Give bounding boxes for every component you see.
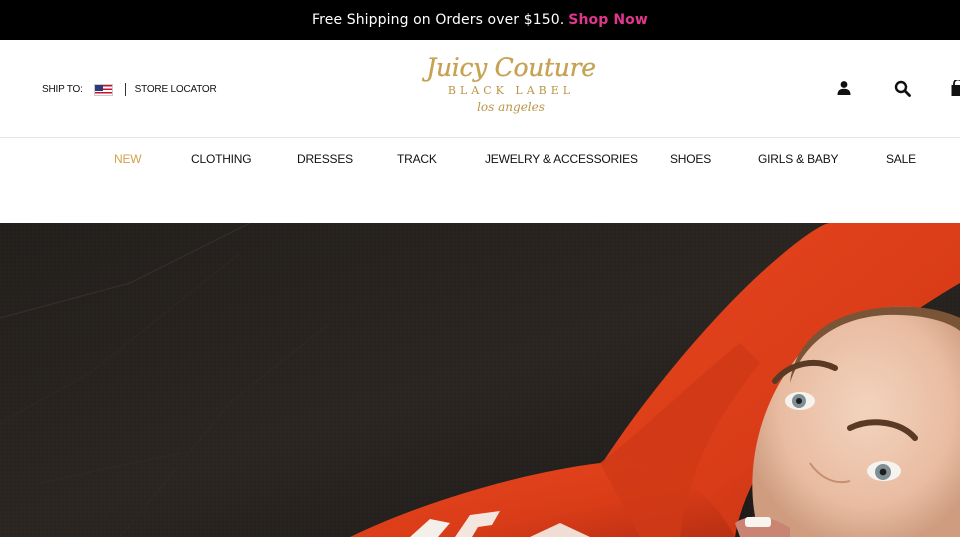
- divider: [124, 83, 126, 96]
- hero-image: [0, 223, 960, 537]
- promo-text: Free Shipping on Orders over $150.: [312, 12, 565, 28]
- nav-item-clothing[interactable]: CLOTHING: [191, 152, 252, 166]
- ship-to-label: SHIP TO:: [42, 84, 83, 95]
- nav-item-track[interactable]: TRACK: [397, 152, 437, 166]
- hero-banner[interactable]: [0, 223, 960, 537]
- search-icon[interactable]: [894, 80, 912, 98]
- logo-sub-text: BLACK LABEL: [447, 84, 575, 97]
- nav-item-dresses[interactable]: DRESSES: [297, 152, 353, 166]
- user-icon[interactable]: [836, 80, 854, 98]
- nav-item-shoes[interactable]: SHOES: [670, 152, 711, 166]
- promo-bar: Free Shipping on Orders over $150. Shop …: [0, 0, 960, 40]
- us-flag-icon[interactable]: [93, 83, 113, 96]
- site-header: SHIP TO: STORE LOCATOR Juicy Couture BLA…: [0, 40, 960, 138]
- nav-item-sale[interactable]: SALE: [886, 152, 916, 166]
- nav-item-girls-baby[interactable]: GIRLS & BABY: [758, 152, 839, 166]
- main-nav: NEW CLOTHING DRESSES TRACK JEWELRY & ACC…: [0, 139, 960, 223]
- brand-logo[interactable]: Juicy Couture BLACK LABEL los angeles: [420, 53, 602, 125]
- shopping-bag-icon[interactable]: [951, 78, 960, 98]
- logo-script-text: los angeles: [477, 100, 545, 114]
- logo-brand-text: Juicy Couture: [426, 53, 596, 82]
- store-locator-link[interactable]: STORE LOCATOR: [135, 84, 217, 95]
- shop-now-link[interactable]: Shop Now: [568, 12, 648, 28]
- nav-item-jewelry-accessories[interactable]: JEWELRY & ACCESSORIES: [485, 152, 638, 166]
- nav-item-new[interactable]: NEW: [114, 152, 142, 166]
- ship-to-selector[interactable]: SHIP TO: STORE LOCATOR: [42, 83, 217, 96]
